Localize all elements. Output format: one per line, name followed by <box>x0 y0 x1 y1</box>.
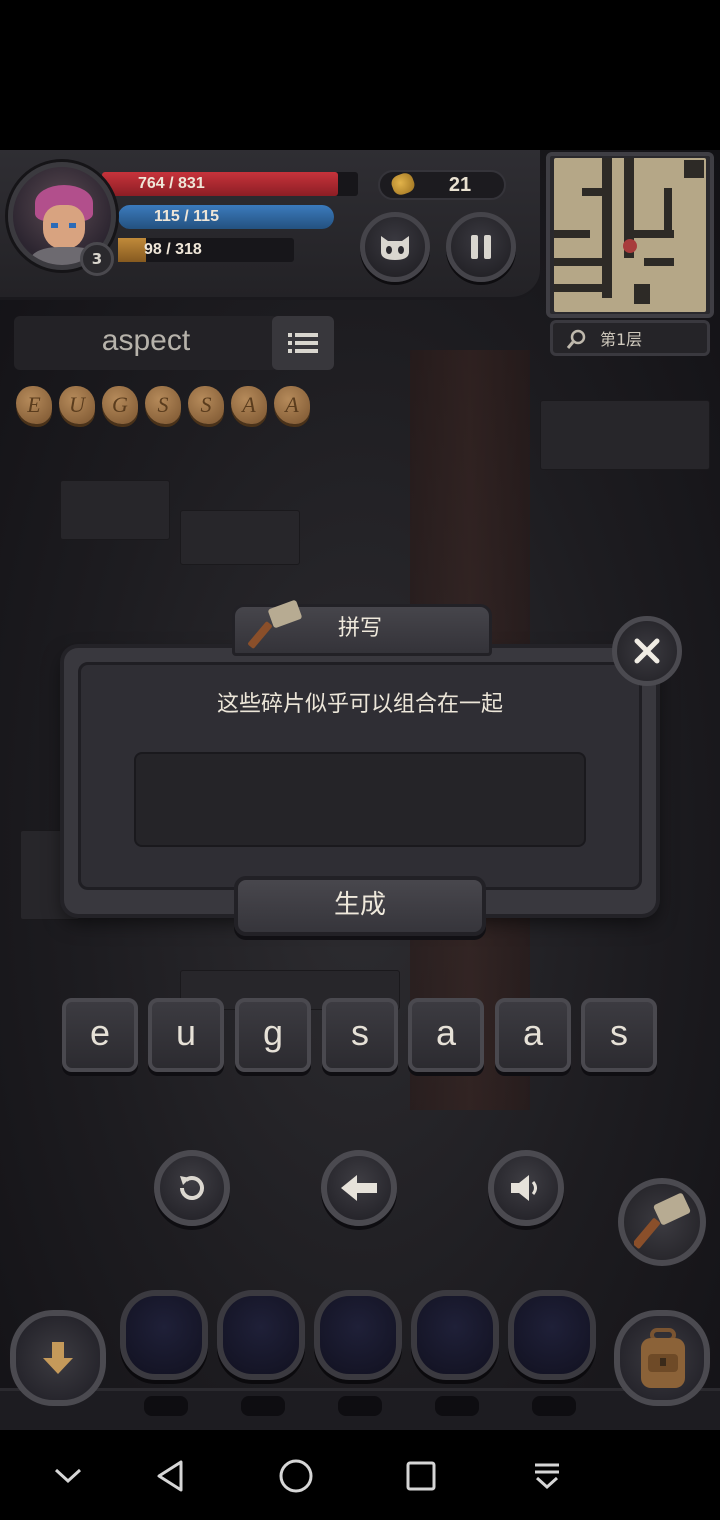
fragment-tile[interactable]: A <box>231 386 267 424</box>
cat-face-icon <box>381 236 409 260</box>
letter-tile[interactable]: a <box>495 998 571 1072</box>
chevron-down-icon <box>54 1468 82 1484</box>
fragment-tile[interactable]: U <box>59 386 95 424</box>
backpack-button[interactable] <box>614 1310 710 1406</box>
mp-bar: 115 / 115 <box>118 205 334 229</box>
hp-bar: 764 / 831 <box>102 172 338 196</box>
close-icon <box>634 638 660 664</box>
gold-value: 21 <box>448 174 472 196</box>
quick-slot[interactable] <box>314 1290 402 1380</box>
floor-label: 第1层 <box>600 330 643 349</box>
speaker-icon <box>511 1175 537 1201</box>
reset-button[interactable] <box>154 1150 230 1226</box>
fragment-tile[interactable]: S <box>188 386 224 424</box>
target-word: aspect <box>101 324 191 357</box>
system-navbar <box>0 1430 720 1520</box>
letter-tile[interactable]: e <box>62 998 138 1072</box>
quick-slot[interactable] <box>508 1290 596 1380</box>
slot-shadow <box>435 1396 479 1416</box>
descend-button[interactable] <box>10 1310 106 1406</box>
home-circle-icon <box>279 1459 313 1493</box>
refresh-icon <box>180 1176 204 1200</box>
back-triangle-icon <box>157 1460 183 1492</box>
spell-input[interactable] <box>134 752 586 847</box>
nav-home-button[interactable] <box>272 1452 320 1500</box>
letter-tile[interactable]: u <box>148 998 224 1072</box>
generate-button-label: 生成 <box>333 890 386 920</box>
recents-square-icon <box>406 1461 436 1491</box>
fragment-tile[interactable]: A <box>274 386 310 424</box>
slot-shadow <box>144 1396 188 1416</box>
quick-slot[interactable] <box>411 1290 499 1380</box>
player-marker <box>623 239 637 253</box>
search-icon[interactable] <box>566 328 588 350</box>
pause-icon <box>471 235 491 259</box>
slot-shadow <box>532 1396 576 1416</box>
nav-notifications-button[interactable] <box>523 1452 571 1500</box>
letter-tile[interactable]: g <box>235 998 311 1072</box>
sound-button[interactable] <box>488 1150 564 1226</box>
letter-tile[interactable]: a <box>408 998 484 1072</box>
craft-button[interactable] <box>618 1178 706 1266</box>
backpack-icon <box>641 1328 685 1388</box>
hammer-icon <box>634 1193 691 1249</box>
nav-recents-button[interactable] <box>397 1452 445 1500</box>
quick-slot[interactable] <box>120 1290 208 1380</box>
backspace-button[interactable] <box>321 1150 397 1226</box>
minimap-layout <box>554 158 704 304</box>
spell-dialog-title: 拼写 <box>337 616 382 641</box>
letter-tile[interactable]: s <box>581 998 657 1072</box>
fragment-tile[interactable]: G <box>102 386 138 424</box>
pull-down-icon <box>535 1463 559 1490</box>
letter-tile[interactable]: s <box>322 998 398 1072</box>
nav-collapse-button[interactable] <box>44 1452 92 1500</box>
slot-shadow <box>241 1396 285 1416</box>
pet-button[interactable] <box>360 212 430 282</box>
fragment-tile[interactable]: E <box>16 386 52 424</box>
arrow-left-icon <box>341 1175 377 1201</box>
level-badge: 3 <box>80 242 114 276</box>
fragment-tile[interactable]: S <box>145 386 181 424</box>
list-icon <box>288 333 318 353</box>
spell-dialog-message: 这些碎片似乎可以组合在一起 <box>216 692 503 717</box>
xp-bar-fill <box>118 238 146 262</box>
quick-slot[interactable] <box>217 1290 305 1380</box>
close-button[interactable] <box>612 616 682 686</box>
minimap-view <box>554 158 706 312</box>
xp-bar: 98 / 318 <box>144 241 202 258</box>
word-list-button[interactable] <box>272 316 334 370</box>
status-bar <box>0 0 720 150</box>
slot-shadow <box>338 1396 382 1416</box>
pause-button[interactable] <box>446 212 516 282</box>
nav-back-button[interactable] <box>146 1452 194 1500</box>
arrow-down-icon <box>43 1342 73 1374</box>
